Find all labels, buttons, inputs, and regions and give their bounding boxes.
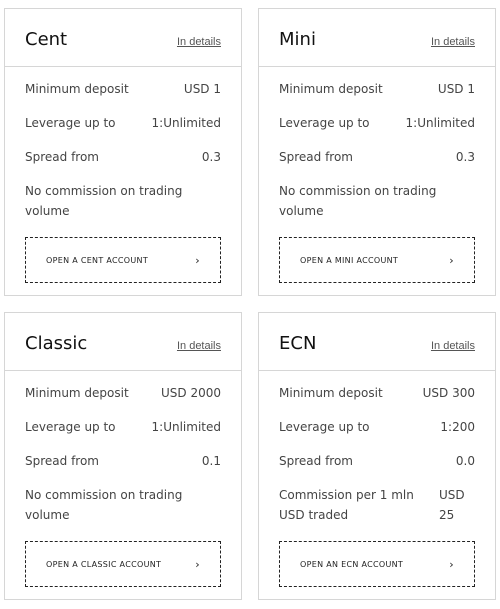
card-row: Commission per 1 mln USD traded USD 25	[279, 485, 475, 525]
row-label: Leverage up to	[279, 420, 370, 434]
card-row: Leverage up to 1:Unlimited	[279, 113, 475, 133]
row-label: Leverage up to	[25, 116, 116, 130]
card-header: Cent In details	[5, 9, 241, 67]
card-row: Leverage up to 1:200	[279, 417, 475, 437]
card-row: No commission on trading volume	[25, 485, 221, 525]
row-value: USD 300	[422, 386, 475, 400]
row-value: USD 2000	[161, 386, 221, 400]
card-row: Spread from 0.3	[279, 147, 475, 167]
row-value: USD 1	[437, 82, 475, 96]
in-details-link[interactable]: In details	[177, 36, 221, 48]
card-header: Classic In details	[5, 313, 241, 371]
row-value: 1:200	[440, 420, 475, 434]
row-label: Minimum deposit	[279, 82, 383, 96]
row-label: Leverage up to	[25, 420, 116, 434]
in-details-link[interactable]: In details	[431, 36, 475, 48]
account-card-classic: Classic In details Minimum deposit USD 2000…	[4, 312, 242, 600]
row-label: Minimum deposit	[279, 386, 383, 400]
card-row: Minimum deposit USD 300	[279, 383, 475, 403]
card-row: Leverage up to 1:Unlimited	[25, 113, 221, 133]
account-card-ecn: ECN In details Minimum deposit USD 300 Lever…	[258, 312, 496, 600]
button-label: OPEN A CLASSIC ACCOUNT	[46, 559, 162, 569]
row-label: Commission per 1 mln USD traded	[279, 488, 414, 522]
row-value: 0.3	[455, 150, 475, 164]
card-row: Minimum deposit USD 2000	[25, 383, 221, 403]
card-title: ECN	[279, 333, 317, 354]
row-label: No commission on trading volume	[279, 184, 437, 218]
row-label: Minimum deposit	[25, 386, 129, 400]
card-row: Spread from 0.0	[279, 451, 475, 471]
in-details-link[interactable]: In details	[431, 340, 475, 352]
row-value: 0.3	[201, 150, 221, 164]
row-label: No commission on trading volume	[25, 488, 183, 522]
open-account-button[interactable]: OPEN A MINI ACCOUNT ›	[279, 237, 475, 283]
row-label: Leverage up to	[279, 116, 370, 130]
row-label: No commission on trading volume	[25, 184, 183, 218]
card-row: Minimum deposit USD 1	[25, 79, 221, 99]
card-row: Spread from 0.1	[25, 451, 221, 471]
card-row: Leverage up to 1:Unlimited	[25, 417, 221, 437]
button-label: OPEN AN ECN ACCOUNT	[300, 559, 404, 569]
card-title: Classic	[25, 333, 88, 354]
row-label: Minimum deposit	[25, 82, 129, 96]
row-value: 1:Unlimited	[405, 116, 475, 130]
chevron-right-icon: ›	[449, 253, 454, 267]
row-label: Spread from	[279, 150, 353, 164]
open-account-button[interactable]: OPEN A CENT ACCOUNT ›	[25, 237, 221, 283]
button-label: OPEN A CENT ACCOUNT	[46, 255, 149, 265]
row-value: USD 25	[439, 488, 465, 522]
chevron-right-icon: ›	[195, 557, 200, 571]
open-account-button[interactable]: OPEN A CLASSIC ACCOUNT ›	[25, 541, 221, 587]
chevron-right-icon: ›	[195, 253, 200, 267]
card-title: Mini	[279, 29, 316, 50]
card-row: No commission on trading volume	[25, 181, 221, 221]
account-card-cent: Cent In details Minimum deposit USD 1 Levera…	[4, 8, 242, 296]
row-value: USD 1	[183, 82, 221, 96]
account-card-mini: Mini In details Minimum deposit USD 1 Levera…	[258, 8, 496, 296]
card-row: Minimum deposit USD 1	[279, 79, 475, 99]
chevron-right-icon: ›	[449, 557, 454, 571]
button-label: OPEN A MINI ACCOUNT	[300, 255, 399, 265]
card-title: Cent	[25, 29, 68, 50]
row-label: Spread from	[25, 454, 99, 468]
card-header: ECN In details	[259, 313, 495, 371]
row-label: Spread from	[25, 150, 99, 164]
row-value: 0.0	[455, 454, 475, 468]
row-value: 0.1	[201, 454, 221, 468]
in-details-link[interactable]: In details	[177, 340, 221, 352]
card-header: Mini In details	[259, 9, 495, 67]
row-value: 1:Unlimited	[151, 420, 221, 434]
card-row: Spread from 0.3	[25, 147, 221, 167]
row-value: 1:Unlimited	[151, 116, 221, 130]
row-label: Spread from	[279, 454, 353, 468]
open-account-button[interactable]: OPEN AN ECN ACCOUNT ›	[279, 541, 475, 587]
card-row: No commission on trading volume	[279, 181, 475, 221]
